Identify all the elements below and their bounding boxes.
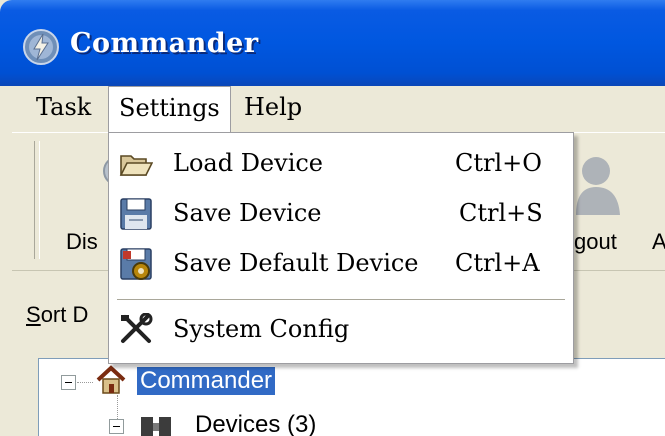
toolbar-button-partial-label[interactable]: A [652, 229, 665, 255]
tree-connector [77, 382, 93, 383]
toolbar-button-logout-label[interactable]: gout [574, 229, 617, 255]
menu-task[interactable]: Task [26, 86, 101, 130]
app-window: Commander Task Settings Help Dis gout A … [0, 0, 665, 436]
menu-item-save-device[interactable]: Save Device Ctrl+S [109, 191, 573, 239]
sort-label-rest: ort D [40, 302, 89, 327]
sort-label: Sort D [26, 302, 88, 328]
menu-item-shortcut: Ctrl+A [455, 249, 540, 277]
menu-item-save-default-device[interactable]: Save Default Device Ctrl+A [109, 241, 573, 289]
floppy-disk-icon [120, 198, 152, 230]
menu-item-load-device[interactable]: Load Device Ctrl+O [109, 141, 573, 189]
tools-icon [121, 313, 153, 343]
folder-open-icon [119, 155, 153, 176]
user-logout-icon[interactable] [576, 153, 626, 215]
menu-item-label: Save Default Device [173, 249, 419, 277]
menu-separator [117, 299, 565, 300]
toolbar-button-disconnect-label[interactable]: Dis [66, 229, 98, 255]
menu-item-label: Save Device [173, 199, 322, 227]
toolbar-grip[interactable] [34, 141, 40, 259]
tree-collapse-toggle-devices[interactable] [109, 419, 124, 434]
save-default-gear-icon [120, 248, 152, 280]
menu-item-label: System Config [173, 315, 350, 343]
menu-item-label: Load Device [173, 149, 324, 177]
menu-help[interactable]: Help [234, 86, 312, 130]
menu-item-shortcut: Ctrl+O [455, 149, 542, 177]
tree-collapse-toggle-root[interactable] [61, 375, 76, 390]
device-tree[interactable]: Commander Devices (3) [38, 358, 665, 436]
tree-node-devices[interactable]: Devices (3) [195, 411, 316, 436]
menu-item-system-config[interactable]: System Config [109, 307, 573, 355]
menu-settings[interactable]: Settings [108, 86, 231, 133]
settings-dropdown-menu: Load Device Ctrl+O Save Device Ctrl+S Sa… [108, 132, 574, 364]
window-title: Commander [70, 28, 259, 59]
menu-bar: Task Settings Help [12, 86, 665, 133]
title-bar[interactable]: Commander [0, 0, 665, 86]
tree-node-commander[interactable]: Commander [137, 367, 276, 395]
devices-icon [141, 417, 171, 436]
app-logo-icon [23, 29, 59, 65]
menu-item-shortcut: Ctrl+S [459, 199, 543, 227]
sort-label-accelerator: S [26, 302, 41, 327]
home-icon [96, 365, 126, 394]
